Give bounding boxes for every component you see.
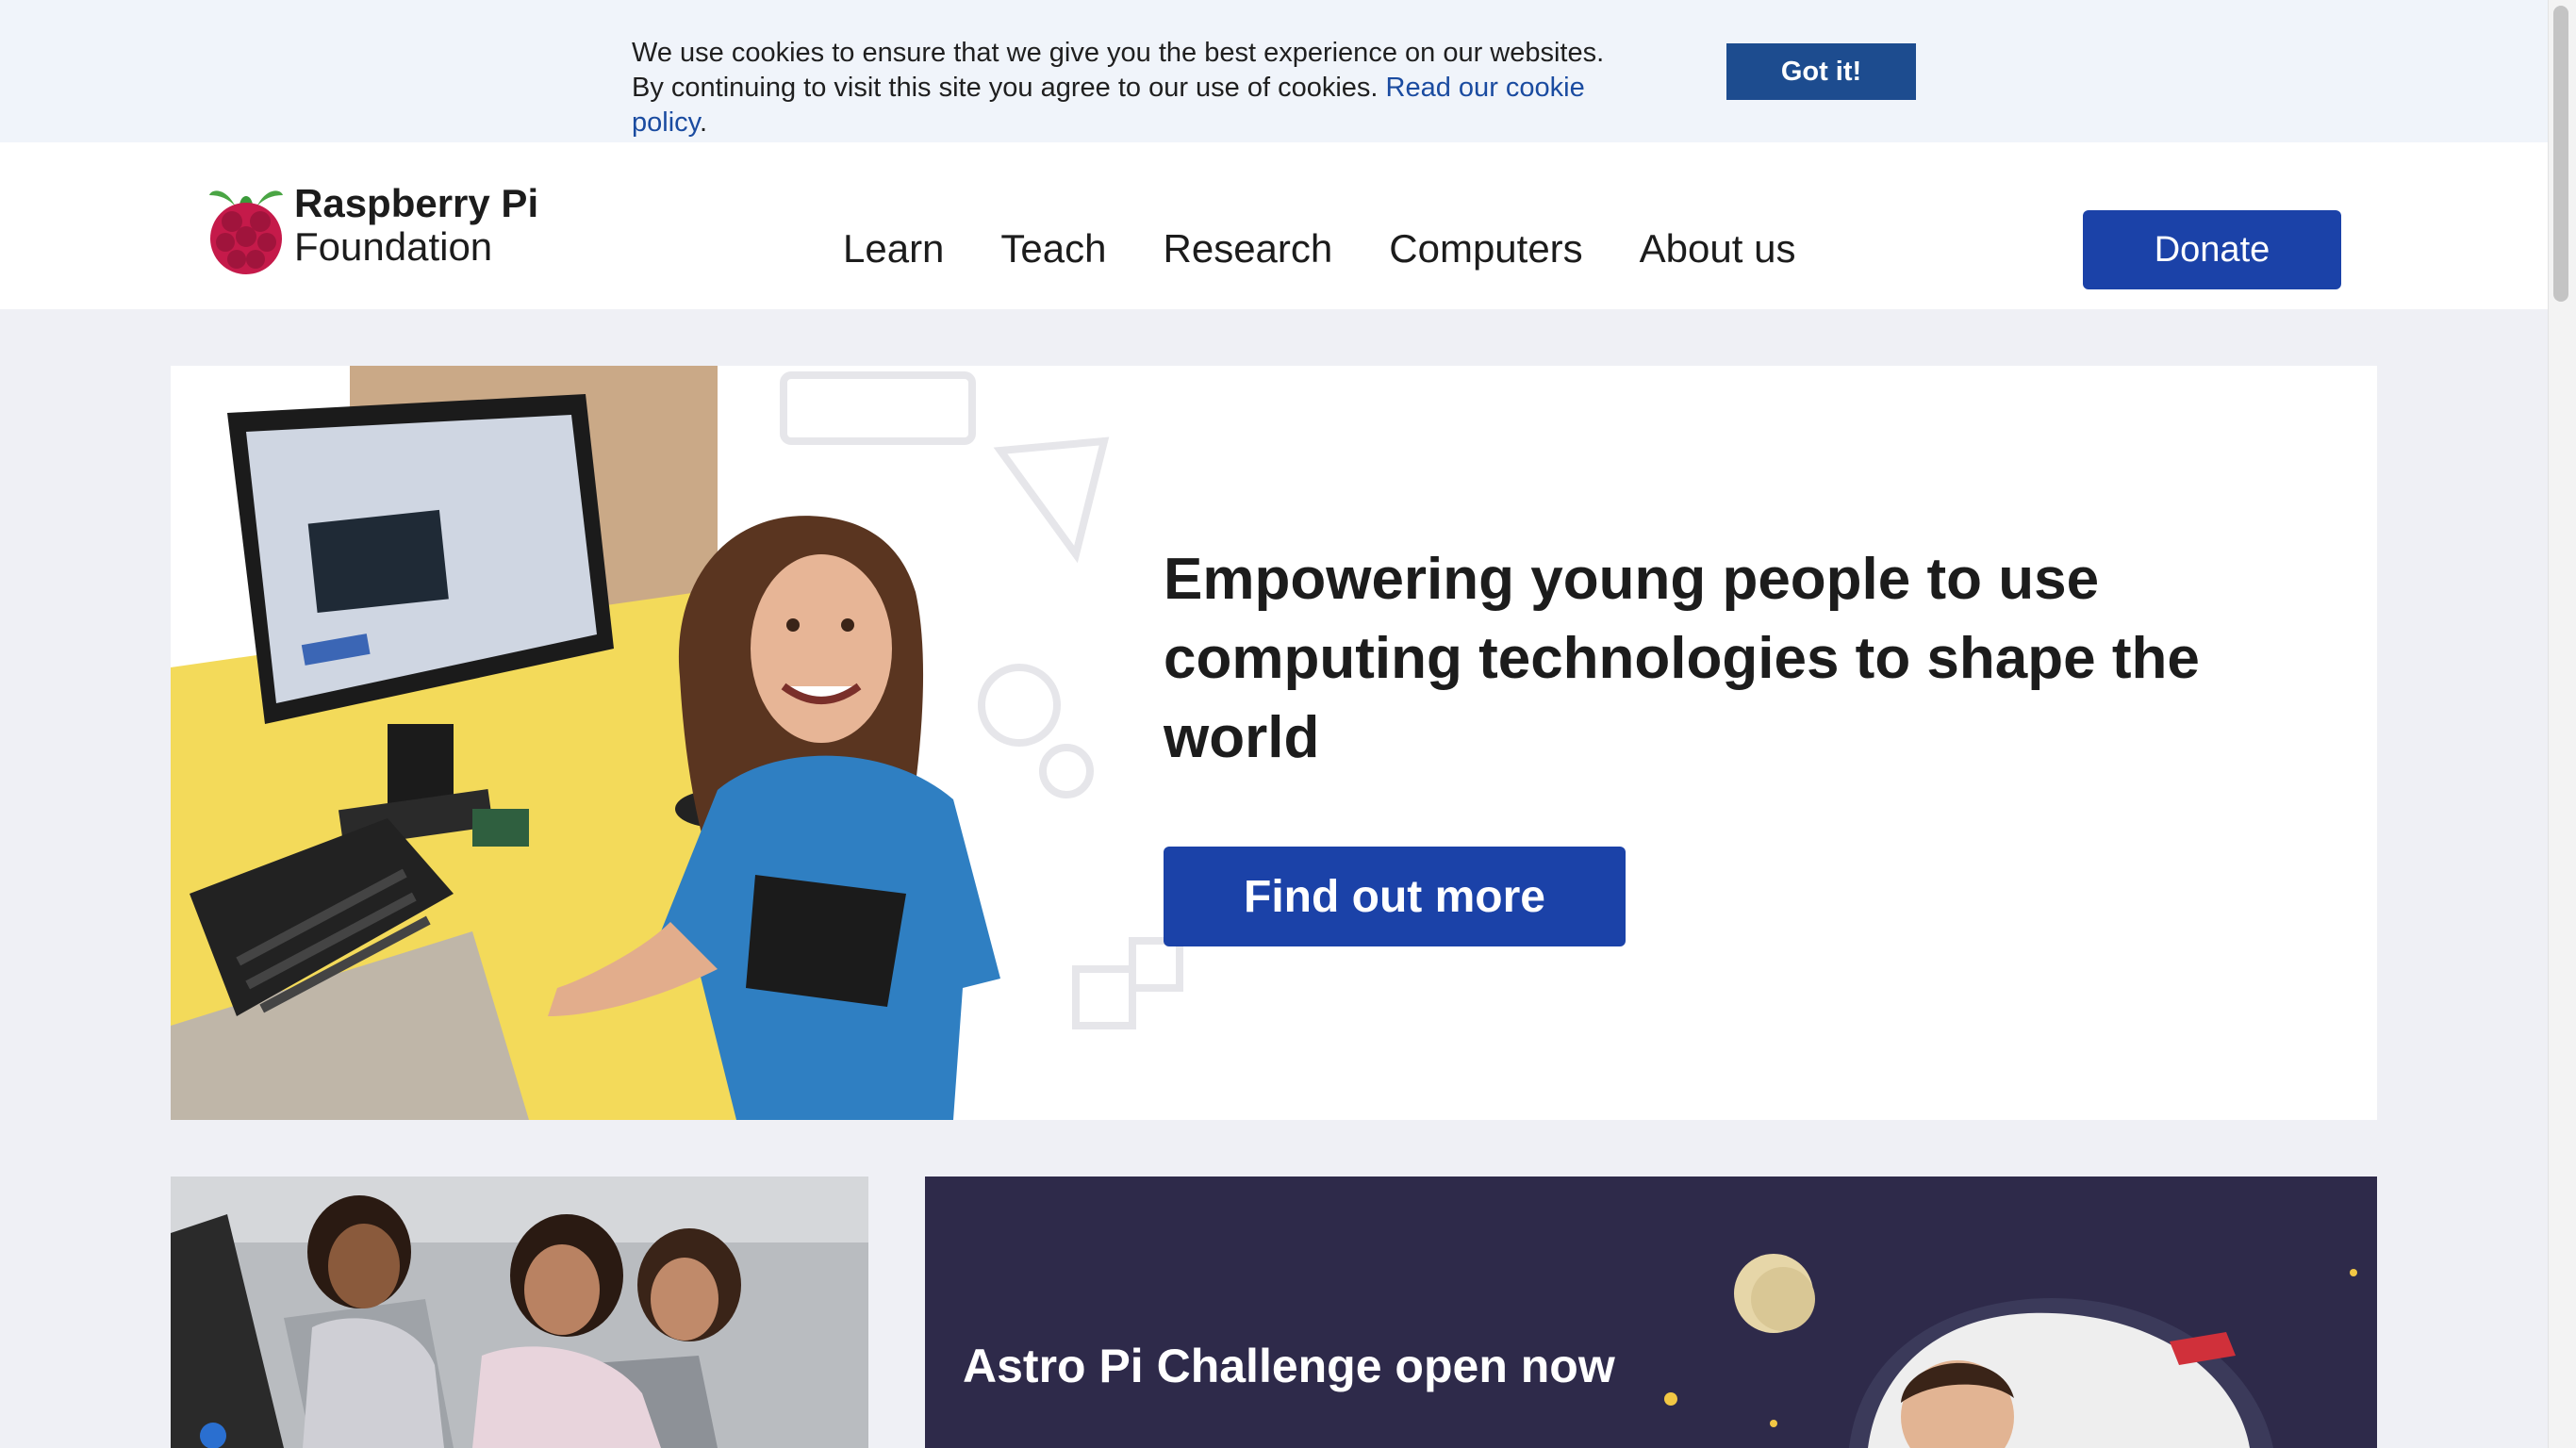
donate-button[interactable]: Donate (2083, 210, 2341, 289)
nav-learn[interactable]: Learn (843, 225, 944, 272)
hero-section: Empowering young people to use computing… (171, 366, 2377, 1120)
raspberry-logo-icon[interactable] (204, 180, 289, 278)
astro-card-title: Astro Pi Challenge open now (963, 1340, 1615, 1392)
hero-title: Empowering young people to use computing… (1164, 547, 2200, 770)
got-it-button[interactable]: Got it! (1726, 43, 1916, 100)
students-card[interactable] (171, 1176, 868, 1448)
cookie-message: We use cookies to ensure that we give yo… (632, 36, 1631, 140)
hero-image (171, 366, 1208, 1120)
cookie-banner: We use cookies to ensure that we give yo… (0, 0, 2548, 142)
main-nav: Learn Teach Research Computers About us (843, 225, 1852, 272)
brand-name[interactable]: Raspberry Pi Foundation (294, 182, 538, 269)
site-header: Raspberry Pi Foundation Learn Teach Rese… (0, 142, 2548, 309)
students-image (171, 1176, 868, 1448)
cookie-suffix: . (700, 107, 708, 138)
brand-line-1: Raspberry Pi (294, 181, 539, 225)
nav-computers[interactable]: Computers (1389, 225, 1582, 272)
nav-about-us[interactable]: About us (1640, 225, 1796, 272)
find-out-more-button[interactable]: Find out more (1164, 847, 1626, 946)
scrollbar-thumb[interactable] (2553, 6, 2568, 302)
brand-line-2: Foundation (294, 224, 493, 269)
nav-research[interactable]: Research (1164, 225, 1333, 272)
nav-teach[interactable]: Teach (1000, 225, 1106, 272)
astro-pi-card[interactable]: Astro Pi Challenge open now (925, 1176, 2377, 1448)
astro-illustration (1664, 1254, 2357, 1448)
